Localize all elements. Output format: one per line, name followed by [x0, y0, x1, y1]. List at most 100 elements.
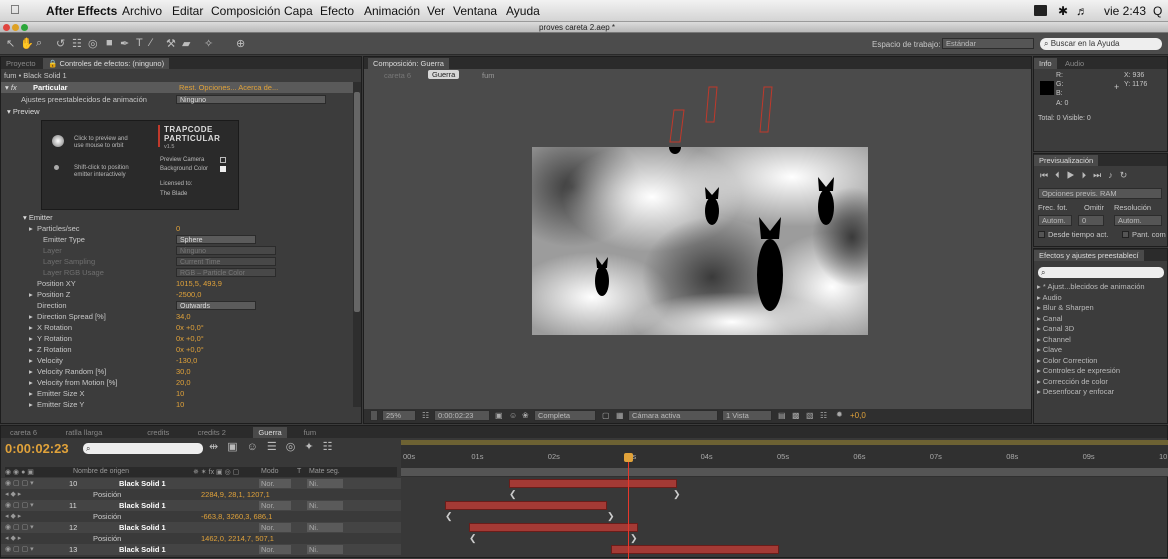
- menu-ver[interactable]: Ver: [427, 4, 445, 18]
- emitter-row-value[interactable]: 34,0: [176, 311, 191, 322]
- expand-arrow-icon[interactable]: ▸: [29, 333, 33, 344]
- hide-shy-icon[interactable]: ☺: [247, 441, 267, 453]
- camera-tool-icon[interactable]: ☷: [72, 37, 82, 50]
- current-time-field[interactable]: 0:00:02:23: [434, 410, 490, 421]
- emitter-row-select[interactable]: Sphere: [176, 235, 256, 244]
- expand-arrow-icon[interactable]: ▸: [29, 289, 33, 300]
- text-tool-icon[interactable]: T: [136, 37, 143, 49]
- layer-switches-icon[interactable]: ◉ ▢ ▢ ▾: [5, 500, 34, 511]
- background-color-swatch[interactable]: [220, 166, 226, 172]
- timeline-tab[interactable]: credits 2: [193, 427, 231, 438]
- fast-preview-icon[interactable]: ▩: [792, 411, 800, 420]
- expand-arrow-icon[interactable]: ▸: [29, 399, 33, 410]
- emitter-row[interactable]: Velocity from Motion [%] ▸ 20,0: [1, 377, 353, 388]
- layer-trkmat-select[interactable]: Ni.: [307, 501, 343, 510]
- effects-category-item[interactable]: ▸ Desenfocar y enfocar: [1037, 387, 1114, 396]
- property-value[interactable]: 2284,9, 28,1, 1207,1: [201, 489, 270, 500]
- timeline-tab[interactable]: ratlla llarga: [61, 427, 108, 438]
- transparency-grid-icon[interactable]: ▦: [616, 411, 624, 420]
- effects-category-item[interactable]: ▸ Corrección de color: [1037, 377, 1108, 386]
- expand-arrow-icon[interactable]: ▸: [29, 311, 33, 322]
- expand-arrow-icon[interactable]: ▸: [29, 344, 33, 355]
- always-preview-icon[interactable]: [370, 410, 378, 421]
- channel-icon[interactable]: ❀: [522, 411, 529, 420]
- layer-switches-icon[interactable]: ◉ ▢ ▢ ▾: [5, 544, 34, 555]
- playhead-line[interactable]: [628, 462, 629, 559]
- emitter-row[interactable]: Velocity Random [%] ▸ 30,0: [1, 366, 353, 377]
- help-search-input[interactable]: ⌕ Buscar en la Ayuda: [1040, 38, 1162, 50]
- expand-arrow-icon[interactable]: ▸: [29, 322, 33, 333]
- zoom-window-button[interactable]: [21, 24, 28, 31]
- emitter-row-value[interactable]: -130,0: [176, 355, 197, 366]
- effects-category-item[interactable]: ▸ Canal: [1037, 314, 1062, 323]
- flowchart-icon[interactable]: ☷: [820, 411, 827, 420]
- timeline-tab[interactable]: fum: [299, 427, 322, 438]
- property-value[interactable]: -663,8, 3260,3, 686,1: [201, 511, 272, 522]
- emitter-row[interactable]: Layer Sampling Current Time: [1, 256, 353, 267]
- timeline-icon[interactable]: ▧: [806, 411, 814, 420]
- pan-behind-tool-icon[interactable]: ◎: [88, 37, 98, 50]
- tab-composition[interactable]: Composición: Guerra: [368, 58, 449, 69]
- timeline-property-row[interactable]: ◂ ◆ ▸ Posición 1462,0, 2214,7, 507,1: [1, 533, 401, 544]
- frame-blending-icon[interactable]: ☰: [267, 441, 286, 453]
- work-area-bar[interactable]: [401, 440, 1168, 445]
- tab-proyecto[interactable]: Proyecto: [1, 58, 41, 69]
- menu-efecto[interactable]: Efecto: [320, 4, 354, 18]
- work-area-range[interactable]: [401, 468, 1168, 476]
- effects-category-item[interactable]: ▸ Color Correction: [1037, 356, 1097, 365]
- emitter-row[interactable]: Position Z ▸ -2500,0: [1, 289, 353, 300]
- effects-category-item[interactable]: ▸ Blur & Sharpen: [1037, 303, 1094, 312]
- header-mode[interactable]: Modo: [261, 468, 279, 475]
- effect-links[interactable]: Rest. Opciones... Acerca de...: [179, 82, 278, 93]
- header-t[interactable]: T: [297, 468, 301, 475]
- emitter-row[interactable]: Position XY 1015,5, 493,9: [1, 278, 353, 289]
- layer-duration-bar[interactable]: [509, 479, 677, 488]
- draft-3d-icon[interactable]: ▣: [227, 441, 246, 453]
- layer-mode-select[interactable]: Nor.: [259, 523, 291, 532]
- first-frame-icon[interactable]: ⏮: [1040, 170, 1055, 180]
- menu-ayuda[interactable]: Ayuda: [506, 4, 540, 18]
- property-value[interactable]: 1462,0, 2214,7, 507,1: [201, 533, 274, 544]
- close-window-button[interactable]: [3, 24, 10, 31]
- timeline-tab[interactable]: careta 6: [5, 427, 42, 438]
- timeline-timecode[interactable]: 0:00:02:23: [5, 441, 69, 456]
- emitter-row-value[interactable]: 0x +0,0°: [176, 322, 204, 333]
- volume-icon[interactable]: ♬: [1076, 4, 1088, 18]
- keyframe-nav-icon[interactable]: ◂ ◆ ▸: [5, 511, 21, 522]
- last-frame-icon[interactable]: ⏭: [1093, 170, 1108, 180]
- snapshot-icon[interactable]: ▣: [495, 411, 503, 420]
- layer-trkmat-select[interactable]: Ni.: [307, 545, 343, 554]
- expand-arrow-icon[interactable]: ▸: [29, 366, 33, 377]
- effects-category-item[interactable]: ▸ Clave: [1037, 345, 1062, 354]
- ram-preview-options[interactable]: Opciones previs. RAM: [1038, 188, 1162, 199]
- rotate-tool-icon[interactable]: ↺: [56, 37, 65, 50]
- keyframe-icon[interactable]: ❯: [673, 489, 681, 500]
- emitter-row[interactable]: Particles/sec ▸ 0: [1, 223, 353, 234]
- keyframe-icon[interactable]: ❮: [469, 533, 477, 544]
- emitter-row-value[interactable]: 0x +0,0°: [176, 333, 204, 344]
- effects-category-item[interactable]: ▸ * Ajust...blecidos de animación: [1037, 282, 1145, 291]
- next-frame-icon[interactable]: ⏵: [1082, 170, 1094, 180]
- skip-select[interactable]: 0: [1078, 215, 1104, 226]
- property-name[interactable]: Posición: [93, 533, 121, 544]
- mask-tool-icon[interactable]: ■: [106, 37, 113, 49]
- emitter-row-value[interactable]: -2500,0: [176, 289, 201, 300]
- prev-frame-icon[interactable]: ⏴: [1055, 170, 1067, 180]
- menu-archivo[interactable]: Archivo: [122, 4, 162, 18]
- spotlight-icon[interactable]: Q: [1153, 4, 1162, 18]
- pen-tool-icon[interactable]: ✒: [120, 37, 129, 50]
- toggle-pixel-icon[interactable]: ▤: [778, 411, 786, 420]
- effects-category-item[interactable]: ▸ Canal 3D: [1037, 324, 1074, 333]
- layer-switches-icon[interactable]: ◉ ▢ ▢ ▾: [5, 522, 34, 533]
- emitter-row-value[interactable]: 10: [176, 388, 184, 399]
- timeline-layer-row[interactable]: ◉ ▢ ▢ ▾ 11 Black Solid 1 Nor. Ni.: [1, 500, 401, 511]
- keyframe-nav-icon[interactable]: ◂ ◆ ▸: [5, 489, 21, 500]
- app-menu[interactable]: After Effects: [46, 4, 117, 18]
- header-source-name[interactable]: Nombre de origen: [73, 468, 129, 475]
- property-name[interactable]: Posición: [93, 511, 121, 522]
- emitter-row-select[interactable]: Outwards: [176, 301, 256, 310]
- comp-crumb-fum[interactable]: fum: [482, 71, 495, 80]
- emitter-row[interactable]: Y Rotation ▸ 0x +0,0°: [1, 333, 353, 344]
- audio-icon[interactable]: ♪: [1108, 170, 1120, 180]
- layer-mode-select[interactable]: Nor.: [259, 501, 291, 510]
